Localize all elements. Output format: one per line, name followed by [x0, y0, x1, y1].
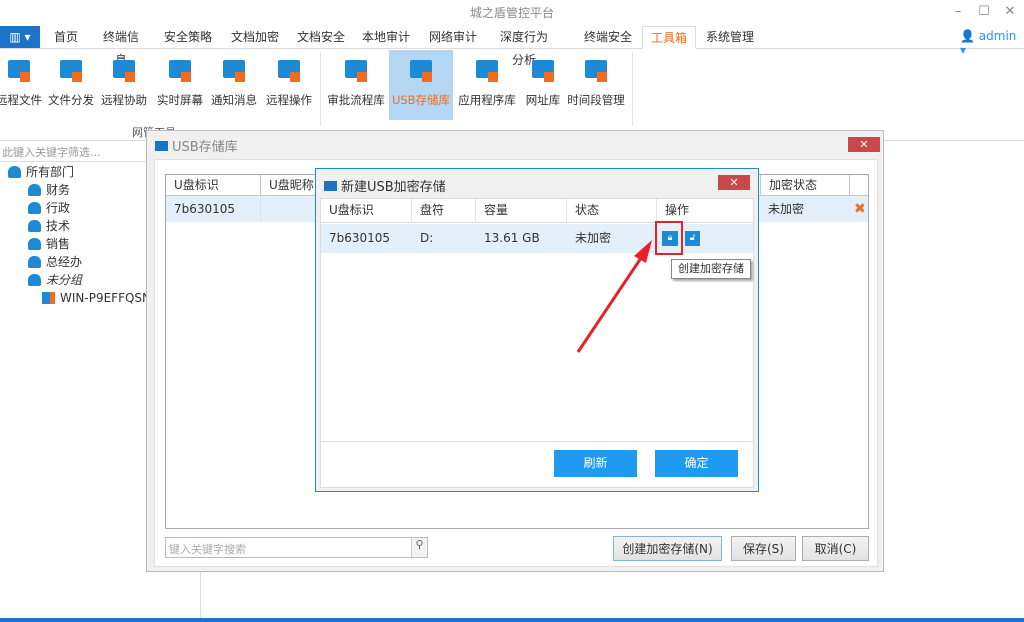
- red-arrow: [576, 240, 652, 353]
